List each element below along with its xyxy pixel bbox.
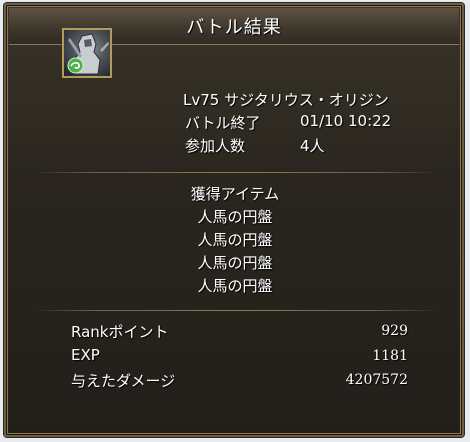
battle-end-time: 01/10 10:22 [300,112,392,130]
damage-value: 4207572 [345,372,408,388]
battle-end-label: バトル終了 [185,114,261,132]
acquired-items-heading: 獲得アイテム [190,185,280,203]
participants-value: 4人 [300,137,325,155]
acquired-items: 獲得アイテム 人馬の円盤 人馬の円盤 人馬の円盤 人馬の円盤 [0,183,470,298]
section-divider [32,172,438,173]
list-item: 人馬の円盤 [197,277,273,295]
list-item: 人馬の円盤 [197,254,273,272]
boss-name: Lv75 サジタリウス・オリジン [183,91,389,109]
participants-label: 参加人数 [185,137,246,155]
rank-points-label: Rankポイント [71,323,169,341]
wind-element-icon [67,57,84,74]
dialog-title: バトル結果 [186,17,282,38]
list-item: 人馬の円盤 [197,231,273,249]
list-item: 人馬の円盤 [197,208,273,226]
rank-points-value: 929 [381,323,408,339]
damage-label: 与えたダメージ [71,372,176,390]
exp-label: EXP [71,346,100,364]
boss-portrait [62,28,112,78]
exp-value: 1181 [372,348,408,364]
section-divider [32,310,438,311]
